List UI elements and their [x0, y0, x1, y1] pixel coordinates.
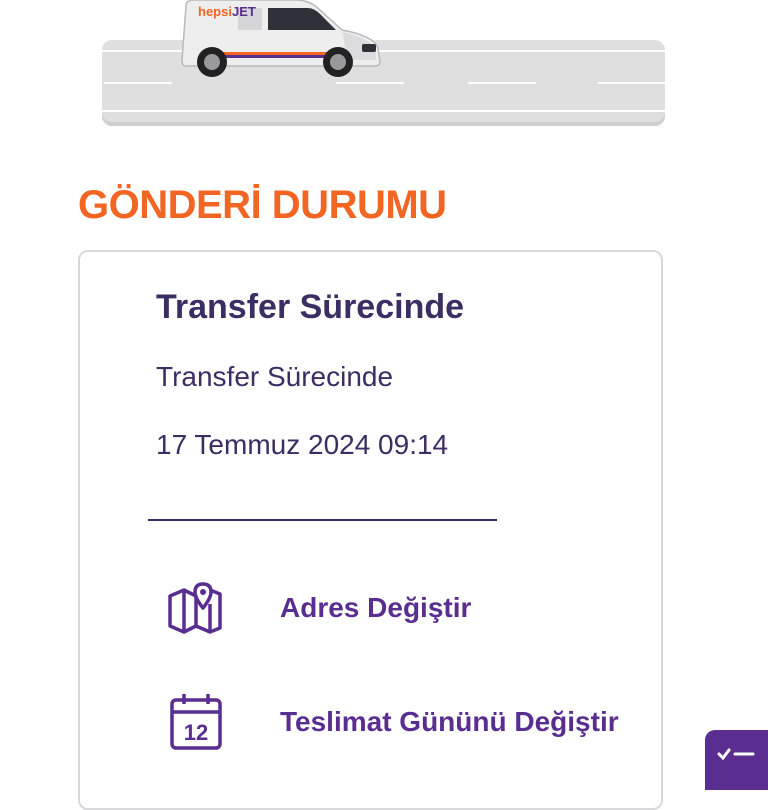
divider [148, 519, 497, 521]
change-address-button[interactable]: Adres Değiştir [160, 578, 471, 638]
status-date: 17 Temmuz 2024 09:14 [156, 429, 449, 460]
road-dash [598, 82, 666, 84]
change-delivery-day-label: Teslimat Gününü Değiştir [280, 706, 619, 737]
van-logo-hepsi: hepsi [198, 4, 232, 19]
change-delivery-day-button[interactable]: 12 Teslimat Gününü Değiştir [160, 692, 619, 752]
page-title: GÖNDERİ DURUMU [78, 183, 447, 227]
road-dash [468, 82, 536, 84]
road-dash [104, 82, 172, 84]
road-dash [336, 82, 404, 84]
checklist-icon [717, 744, 757, 769]
status-title: Transfer Sürecinde [156, 288, 465, 326]
calendar-icon: 12 [160, 692, 232, 752]
change-address-label: Adres Değiştir [280, 592, 472, 623]
delivery-van-illustration: hepsiJET [181, 0, 381, 77]
svg-text:hepsiJET: hepsiJET [198, 4, 256, 19]
van-logo-jet: JET [232, 4, 256, 19]
status-description: Transfer Sürecinde [156, 361, 394, 392]
road-edge-line [102, 110, 665, 112]
calendar-icon-number: 12 [184, 720, 208, 745]
map-pin-icon [160, 578, 232, 638]
checklist-fab-button[interactable] [705, 730, 768, 790]
